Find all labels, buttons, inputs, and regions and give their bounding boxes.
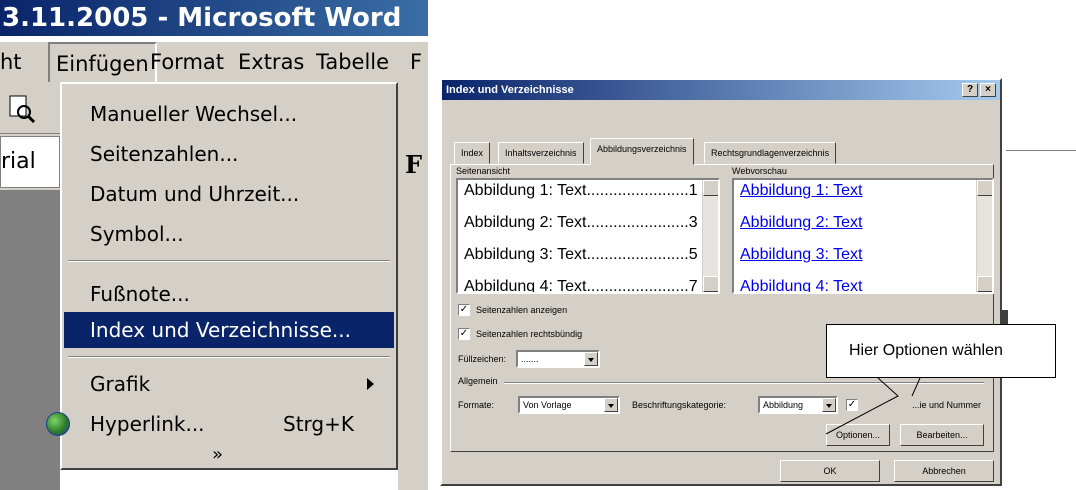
toolbar <box>0 86 60 134</box>
preview-row: Abbildung 1: Text.......................… <box>464 182 698 199</box>
shortcut-label: Strg+K <box>283 412 354 436</box>
word-window-crop: 3.11.2005 - Microsoft Word ht Einfügen F… <box>0 0 428 490</box>
tab-rechtsgrundlagen[interactable]: Rechtsgrundlagenverzeichnis <box>704 142 837 164</box>
tab-abbildungsverzeichnis[interactable]: Abbildungsverzeichnis <box>590 138 694 165</box>
help-button[interactable]: ? <box>962 83 978 97</box>
menu-item-manueller-wechsel[interactable]: Manueller Wechsel... <box>64 96 394 132</box>
formats-label: Formate: <box>458 400 495 410</box>
fill-char-select[interactable]: ....... <box>516 350 600 368</box>
preview-link[interactable]: Abbildung 4: Text <box>740 278 862 292</box>
bold-button[interactable]: F <box>405 150 422 179</box>
dialog-title: Index und Verzeichnisse <box>442 80 1000 100</box>
scroll-up-button[interactable] <box>977 180 992 196</box>
dropdown-arrow-icon <box>604 398 618 412</box>
background-line <box>1006 150 1076 151</box>
preview-row: Abbildung 4: Text.......................… <box>464 278 698 294</box>
web-preview-label: Webvorschau <box>732 166 787 176</box>
edit-button[interactable]: Bearbeiten... <box>900 424 984 446</box>
group-divider <box>504 382 984 384</box>
scroll-down-button[interactable] <box>977 276 992 292</box>
font-name-box[interactable]: rial <box>0 136 60 188</box>
window-title: 3.11.2005 - Microsoft Word <box>0 0 428 36</box>
tab-inhaltsverzeichnis[interactable]: Inhaltsverzeichnis <box>498 142 584 164</box>
scrollbar[interactable] <box>702 180 718 292</box>
caption-select[interactable]: Abbildung <box>758 396 838 414</box>
preview-row: Abbildung 2: Text.......................… <box>464 214 698 231</box>
menu-item-label: Fußnote... <box>90 282 190 306</box>
preview-link[interactable]: Abbildung 2: Text <box>740 214 862 232</box>
scroll-down-button[interactable] <box>703 276 718 292</box>
menu-bar: ht Einfügen Format Extras Tabelle F <box>0 42 428 82</box>
menu-item-fussnote[interactable]: Fußnote... <box>64 276 394 312</box>
fill-char-label: Füllzeichen: <box>458 354 507 364</box>
menu-item-label: Datum und Uhrzeit... <box>90 182 300 206</box>
menu-einfuegen[interactable]: Einfügen <box>48 42 157 82</box>
caption-value: Abbildung <box>763 400 804 410</box>
menu-item-label: Manueller Wechsel... <box>90 102 298 126</box>
callout-box: Hier Optionen wählen <box>826 324 1056 378</box>
right-align-label: Seitenzahlen rechtsbündig <box>476 329 583 339</box>
scrollbar[interactable] <box>976 180 992 292</box>
label-number-label: ...ie und Nummer <box>912 400 982 410</box>
index-dialog: Index und Verzeichnisse ? × Index Inhalt… <box>440 78 1002 486</box>
menu-item-label: Grafik <box>90 372 151 396</box>
print-preview-box: Abbildung 1: Text.......................… <box>456 178 720 294</box>
menu-separator <box>68 260 390 262</box>
general-label: Allgemein <box>458 376 498 386</box>
cancel-button[interactable]: Abbrechen <box>894 460 994 482</box>
expand-menu-icon[interactable]: » <box>212 444 223 465</box>
formats-select[interactable]: Von Vorlage <box>518 396 620 414</box>
einfuegen-menu: Manueller Wechsel... Seitenzahlen... Dat… <box>46 82 398 470</box>
menu-fenster[interactable]: F <box>410 42 422 82</box>
menu-item-datum-uhrzeit[interactable]: Datum und Uhrzeit... <box>64 176 394 212</box>
print-preview-icon[interactable] <box>8 94 36 124</box>
menu-item-label: Seitenzahlen... <box>90 142 239 166</box>
toolbar-right <box>398 82 428 490</box>
globe-icon <box>46 412 70 436</box>
tab-index[interactable]: Index <box>454 142 491 164</box>
dropdown-arrow-icon <box>584 352 598 366</box>
print-preview-label: Seitenansicht <box>456 166 511 176</box>
ok-button[interactable]: OK <box>780 460 880 482</box>
document-area <box>0 190 60 490</box>
menu-extras[interactable]: Extras <box>238 42 304 82</box>
caption-label: Beschriftungskategorie: <box>632 400 727 410</box>
menu-item-seitenzahlen[interactable]: Seitenzahlen... <box>64 136 394 172</box>
close-button[interactable]: × <box>980 83 996 97</box>
show-page-numbers-label: Seitenzahlen anzeigen <box>476 305 568 315</box>
fill-char-value: ....... <box>521 354 539 364</box>
preview-link[interactable]: Abbildung 1: Text <box>740 182 862 200</box>
dropdown-arrow-icon <box>822 398 836 412</box>
menu-item-symbol[interactable]: Symbol... <box>64 216 394 252</box>
menu-item-label: Index und Verzeichnisse... <box>90 318 351 342</box>
menu-format[interactable]: Format <box>150 42 224 82</box>
web-preview-box: Abbildung 1: Text Abbildung 2: Text Abbi… <box>732 178 994 294</box>
options-button[interactable]: Optionen... <box>826 424 890 446</box>
menu-item-index-verzeichnisse[interactable]: Index und Verzeichnisse... <box>64 312 394 348</box>
submenu-arrow-icon <box>367 378 374 390</box>
label-number-checkbox[interactable]: ✓ <box>846 399 858 411</box>
menu-item-label: Hyperlink... <box>90 412 205 436</box>
menu-item-label: Symbol... <box>90 222 184 246</box>
preview-row: Abbildung 3: Text.......................… <box>464 246 698 263</box>
menu-item-grafik[interactable]: Grafik <box>64 366 394 402</box>
menu-separator <box>68 356 390 358</box>
menu-item-hyperlink[interactable]: Hyperlink... Strg+K <box>46 406 394 442</box>
scroll-up-button[interactable] <box>703 180 718 196</box>
show-page-numbers-checkbox[interactable]: ✓ <box>458 304 470 316</box>
right-align-checkbox[interactable]: ✓ <box>458 328 470 340</box>
menu-ansicht[interactable]: ht <box>0 42 22 82</box>
formats-value: Von Vorlage <box>523 400 572 410</box>
preview-link[interactable]: Abbildung 3: Text <box>740 246 862 264</box>
menu-tabelle[interactable]: Tabelle <box>316 42 389 82</box>
